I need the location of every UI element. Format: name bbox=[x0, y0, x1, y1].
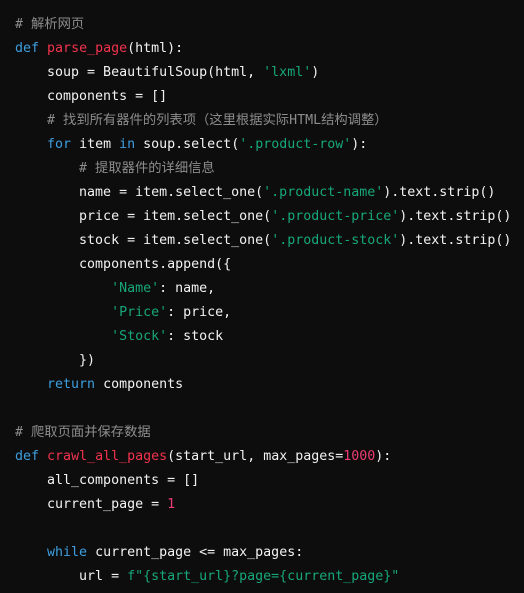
code-token: : stock bbox=[167, 329, 224, 344]
code-token: ).text.strip() bbox=[399, 209, 512, 224]
code-line: url = f"{start_url}?page={current_page}" bbox=[15, 565, 511, 589]
code-token: : name, bbox=[159, 281, 216, 296]
function-name-token: parse_page bbox=[47, 41, 128, 56]
code-token: stock = item.select_one( bbox=[15, 233, 272, 248]
comment-token: # 解析网页 bbox=[15, 17, 85, 32]
string-token: '.product-name' bbox=[263, 185, 384, 200]
string-token: 'lxml' bbox=[263, 65, 312, 80]
code-token: soup = BeautifulSoup(html, bbox=[15, 65, 264, 80]
code-token: ) bbox=[311, 65, 320, 80]
code-token: (start_url, max_pages= bbox=[167, 449, 344, 464]
code-line: price = item.select_one('.product-price'… bbox=[15, 205, 511, 229]
keyword-token: while bbox=[47, 545, 88, 560]
code-token: (html): bbox=[127, 41, 184, 56]
code-line: 'Stock': stock bbox=[15, 325, 511, 349]
keyword-token: return bbox=[47, 377, 96, 392]
code-line: components.append({ bbox=[15, 253, 511, 277]
code-token: : price, bbox=[167, 305, 232, 320]
keyword-token: def bbox=[15, 41, 40, 56]
code-token: components = [] bbox=[15, 89, 168, 104]
code-editor[interactable]: # 解析网页 def parse_page(html): soup = Beaut… bbox=[15, 13, 511, 589]
code-line: current_page = 1 bbox=[15, 493, 511, 517]
function-name-token: crawl_all_pages bbox=[47, 449, 168, 464]
code-line: # 找到所有器件的列表项（这里根据实际HTML结构调整） bbox=[15, 109, 511, 133]
code-token: ).text.strip() bbox=[399, 233, 512, 248]
code-token: all_components = [] bbox=[15, 473, 200, 488]
code-line: # 提取器件的详细信息 bbox=[15, 157, 511, 181]
string-token: 'Price' bbox=[111, 305, 168, 320]
code-token: ).text.strip() bbox=[383, 185, 496, 200]
keyword-token: def bbox=[15, 449, 40, 464]
code-line: 'Price': price, bbox=[15, 301, 511, 325]
code-line: stock = item.select_one('.product-stock'… bbox=[15, 229, 511, 253]
code-line: for item in soup.select('.product-row'): bbox=[15, 133, 511, 157]
code-line: 'Name': name, bbox=[15, 277, 511, 301]
code-token: current_page <= max_pages: bbox=[87, 545, 304, 560]
code-token: name = item.select_one( bbox=[15, 185, 264, 200]
code-token: components bbox=[95, 377, 184, 392]
code-token: ): bbox=[351, 137, 368, 152]
code-token: url = bbox=[15, 569, 128, 584]
comment-token: # 爬取页面并保存数据 bbox=[15, 425, 151, 440]
code-token: ): bbox=[375, 449, 392, 464]
code-line: components = [] bbox=[15, 85, 511, 109]
code-line: return components bbox=[15, 373, 511, 397]
code-token: }) bbox=[15, 353, 96, 368]
code-line: def crawl_all_pages(start_url, max_pages… bbox=[15, 445, 511, 469]
code-line: def parse_page(html): bbox=[15, 37, 511, 61]
keyword-token: in bbox=[119, 137, 136, 152]
code-line: # 爬取页面并保存数据 bbox=[15, 421, 511, 445]
string-token: '.product-price' bbox=[271, 209, 400, 224]
code-token: item bbox=[71, 137, 120, 152]
code-line: name = item.select_one('.product-name').… bbox=[15, 181, 511, 205]
code-line: soup = BeautifulSoup(html, 'lxml') bbox=[15, 61, 511, 85]
string-token: f"{start_url}?page={current_page}" bbox=[127, 569, 400, 584]
code-token: soup.select( bbox=[135, 137, 240, 152]
code-line: # 解析网页 bbox=[15, 13, 511, 37]
code-token: price = item.select_one( bbox=[15, 209, 272, 224]
comment-token: # 找到所有器件的列表项（这里根据实际HTML结构调整） bbox=[47, 113, 388, 128]
number-token: 1 bbox=[167, 497, 176, 512]
comment-token: # 提取器件的详细信息 bbox=[79, 161, 215, 176]
code-line: while current_page <= max_pages: bbox=[15, 541, 511, 565]
code-token: current_page = bbox=[15, 497, 168, 512]
string-token: 'Stock' bbox=[111, 329, 168, 344]
code-token: components.append({ bbox=[15, 257, 232, 272]
string-token: '.product-row' bbox=[239, 137, 352, 152]
number-token: 1000 bbox=[343, 449, 376, 464]
string-token: '.product-stock' bbox=[271, 233, 400, 248]
code-line: }) bbox=[15, 349, 511, 373]
string-token: 'Name' bbox=[111, 281, 160, 296]
keyword-token: for bbox=[47, 137, 72, 152]
code-line: all_components = [] bbox=[15, 469, 511, 493]
